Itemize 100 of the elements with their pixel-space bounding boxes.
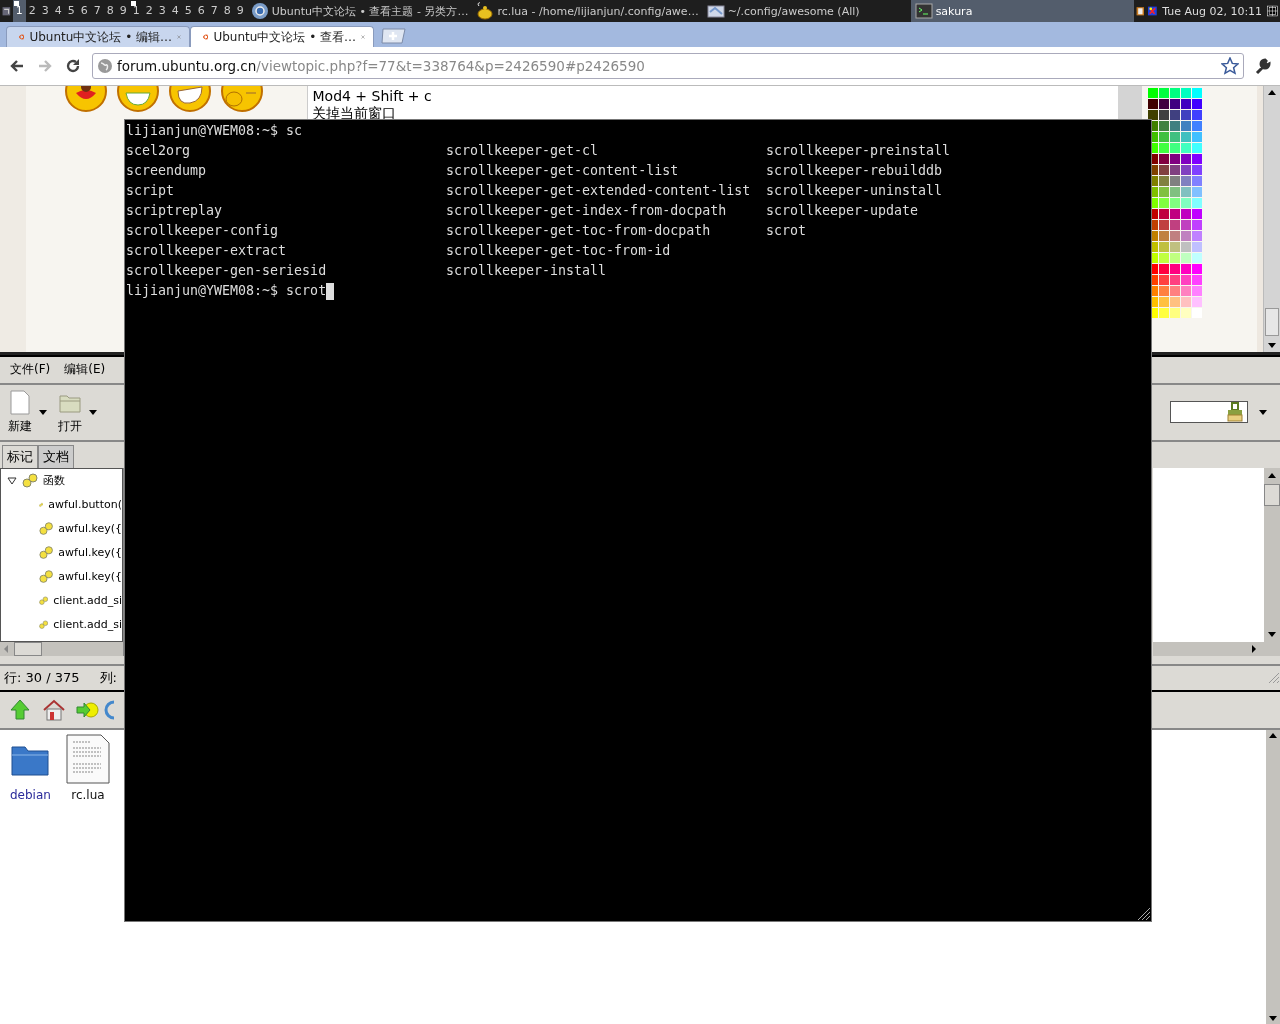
color-swatch[interactable] [1148,88,1159,98]
tag-button[interactable]: 1 [129,0,143,22]
color-swatch[interactable] [1192,220,1203,230]
color-swatch[interactable] [1181,275,1192,285]
file-item[interactable]: rc.lua [64,734,111,802]
toolbar-button[interactable]: 新建 [8,390,32,435]
house-icon[interactable] [42,698,66,722]
color-swatch[interactable] [1170,165,1181,175]
color-swatch[interactable] [1181,154,1192,164]
caret-icon[interactable] [38,408,48,417]
color-swatch[interactable] [1181,110,1192,120]
caret-icon[interactable] [1258,408,1268,417]
tag-button[interactable]: 6 [194,0,208,22]
color-swatch[interactable] [1181,286,1192,296]
tag-button[interactable]: 2 [25,0,39,22]
color-swatch[interactable] [1181,297,1192,307]
color-swatch[interactable] [1148,99,1159,109]
tag-button[interactable]: 5 [181,0,195,22]
tag-button[interactable]: 3 [38,0,52,22]
color-swatch[interactable] [1148,110,1159,120]
file-item[interactable]: debian [10,734,51,802]
wrench-icon[interactable] [1254,57,1272,75]
toolbar-button[interactable]: 打开 [58,390,82,435]
menu-item[interactable]: 编辑(E) [64,361,106,379]
color-swatch[interactable] [1170,143,1181,153]
close-icon[interactable] [361,32,365,42]
caret-icon[interactable] [88,408,98,417]
color-swatch[interactable] [1170,264,1181,274]
tag-button[interactable]: 9 [116,0,130,22]
color-swatch[interactable] [1181,308,1192,318]
color-swatch[interactable] [1170,198,1181,208]
color-swatch[interactable] [1159,264,1170,274]
color-swatch[interactable] [1192,308,1203,318]
task-button[interactable]: Ubuntu中文论坛 • 查看主题 - 另类方… [246,0,473,22]
scrollbar[interactable] [1263,86,1280,352]
color-swatch[interactable] [1159,154,1170,164]
color-swatch[interactable] [1181,264,1192,274]
color-swatch[interactable] [1181,143,1192,153]
color-swatch[interactable] [1170,231,1181,241]
tag-button[interactable]: 2 [142,0,156,22]
tag-button[interactable]: 5 [64,0,78,22]
tag-button[interactable]: 4 [51,0,65,22]
color-swatch[interactable] [1181,242,1192,252]
tree-item[interactable]: awful.key({ [1,517,122,541]
color-swatch[interactable] [1159,198,1170,208]
color-swatch[interactable] [1170,209,1181,219]
color-swatch[interactable] [1170,154,1181,164]
search-field[interactable] [1170,401,1248,424]
tag-button[interactable]: 9 [233,0,247,22]
color-swatch[interactable] [1159,121,1170,131]
color-swatch[interactable] [1192,198,1203,208]
color-swatch[interactable] [1192,88,1203,98]
sidebar-tab[interactable]: 标记 [2,445,38,468]
color-swatch[interactable] [1159,242,1170,252]
color-swatch[interactable] [1192,297,1203,307]
scroll-thumb[interactable] [14,642,42,657]
color-swatch[interactable] [1159,209,1170,219]
tree-item[interactable]: 函数 [1,469,122,493]
tag-button[interactable]: 3 [155,0,169,22]
browser-tab[interactable]: Ubuntu中文论坛 • 编辑… [6,26,190,47]
color-swatch[interactable] [1159,99,1170,109]
color-swatch[interactable] [1159,253,1170,263]
color-swatch[interactable] [1170,132,1181,142]
color-swatch[interactable] [1170,286,1181,296]
tree-item[interactable]: awful.key({ [1,565,122,589]
color-swatch[interactable] [1170,297,1181,307]
tree-item[interactable]: client.add_si [1,613,122,637]
scrollbar[interactable] [1264,468,1280,643]
tag-button[interactable]: 4 [168,0,182,22]
color-swatch[interactable] [1170,220,1181,230]
color-swatch[interactable] [1170,121,1181,131]
color-swatch[interactable] [1192,231,1203,241]
color-swatch[interactable] [1170,275,1181,285]
color-swatch[interactable] [1159,88,1170,98]
task-button[interactable]: ~/.config/awesome (All) [702,0,911,22]
color-swatch[interactable] [1192,121,1203,131]
color-swatch[interactable] [1181,187,1192,197]
color-swatch[interactable] [1159,275,1170,285]
scrollbar[interactable] [1266,730,1280,1024]
scroll-thumb[interactable] [1265,308,1280,336]
color-swatch[interactable] [1181,209,1192,219]
tag-button[interactable]: 6 [77,0,91,22]
task-button[interactable]: rc.lua - /home/lijianjun/.config/awe… [472,0,703,22]
color-swatch[interactable] [1170,99,1181,109]
color-swatch[interactable] [1159,297,1170,307]
resize-grip-icon[interactable] [1268,672,1280,685]
color-swatch[interactable] [1159,286,1170,296]
color-swatch[interactable] [1181,253,1192,263]
color-swatch[interactable] [1170,308,1181,318]
color-swatch[interactable] [1159,143,1170,153]
color-swatch[interactable] [1181,88,1192,98]
color-swatch[interactable] [1192,99,1203,109]
tag-button[interactable]: 7 [90,0,104,22]
menu-item[interactable]: 文件(F) [10,361,51,379]
color-swatch[interactable] [1170,88,1181,98]
tag-button[interactable]: 8 [103,0,117,22]
color-swatch[interactable] [1192,132,1203,142]
color-swatch[interactable] [1159,308,1170,318]
color-swatch[interactable] [1170,176,1181,186]
color-swatch[interactable] [1192,143,1203,153]
